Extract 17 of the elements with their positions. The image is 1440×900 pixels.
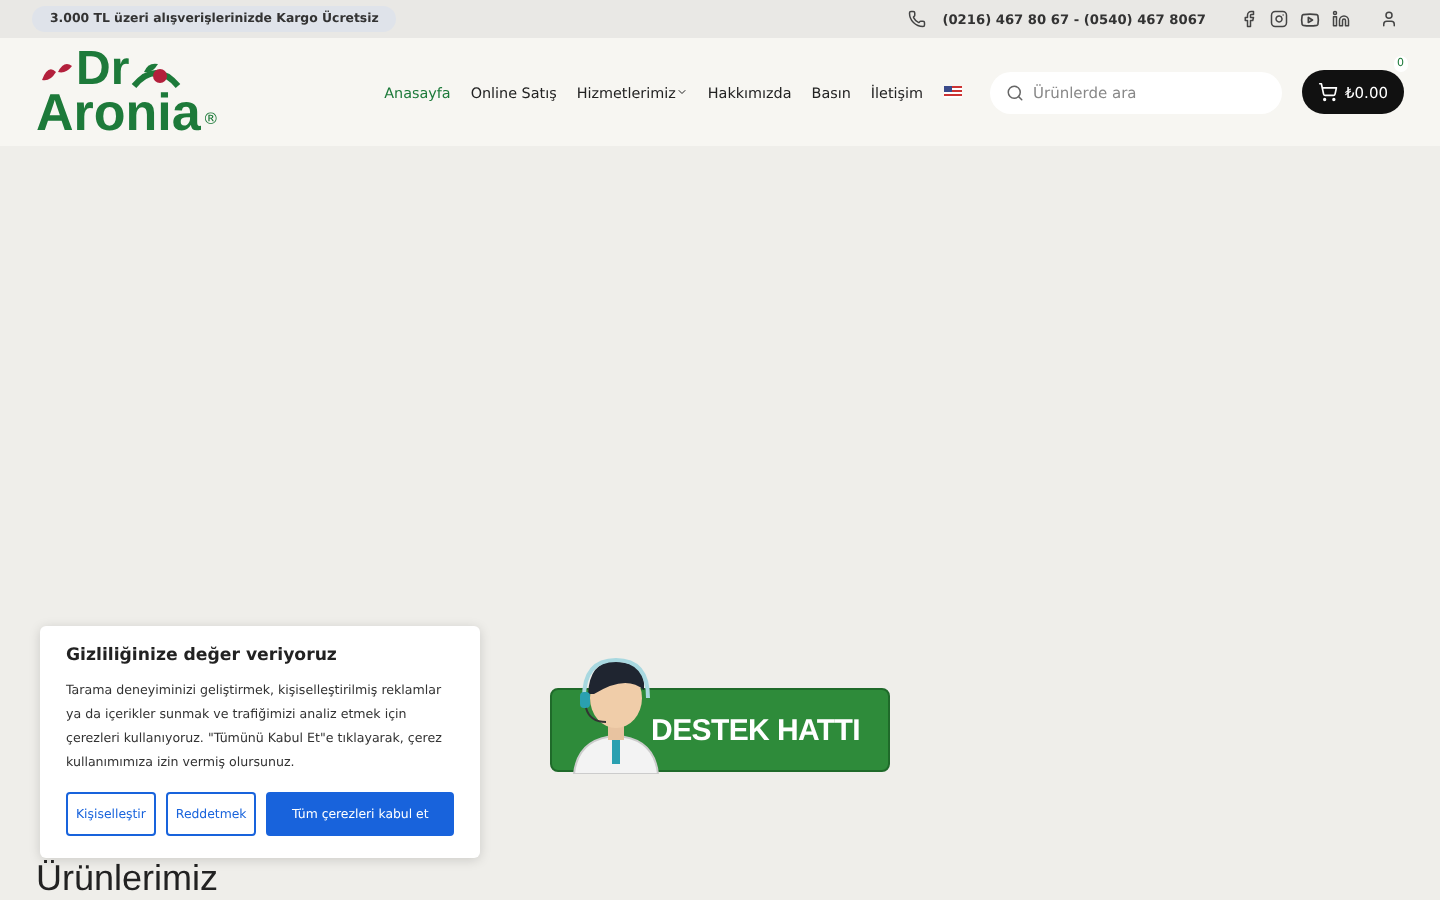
phone-icon — [908, 10, 927, 29]
logo-text[interactable]: Dr — [76, 47, 130, 91]
cookie-title: Gizliliğinize değer veriyoruz — [66, 646, 339, 666]
facebook-icon[interactable] — [1240, 10, 1258, 29]
registered-mark: ® — [202, 111, 219, 126]
search-icon — [1005, 83, 1024, 102]
linkedin-icon[interactable] — [1332, 10, 1350, 29]
caret-icon[interactable] — [675, 86, 688, 99]
section-heading: Ürünlerimiz — [36, 858, 221, 900]
support-label: DESTEK HATTI — [651, 713, 860, 747]
user-icon[interactable] — [1380, 10, 1398, 29]
flag-icon[interactable] — [943, 86, 962, 99]
drops-icon — [38, 59, 74, 84]
cart-icon — [1317, 82, 1338, 103]
instagram-icon[interactable] — [1270, 10, 1288, 29]
logo-text[interactable]: Aronia — [36, 90, 201, 138]
youtube-icon[interactable] — [1300, 9, 1320, 30]
